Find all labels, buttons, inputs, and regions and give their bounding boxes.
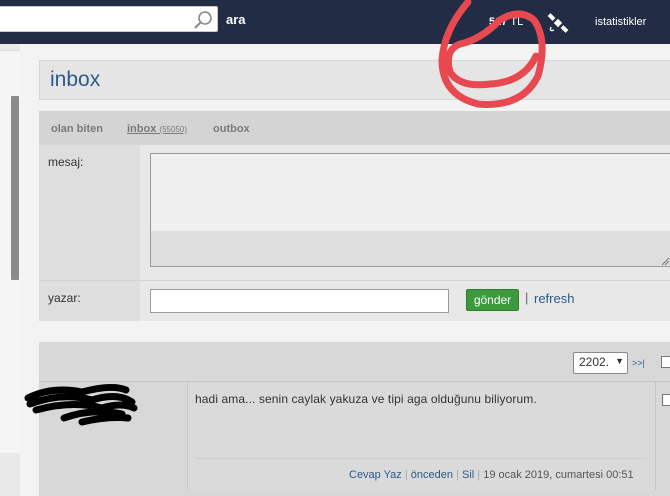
meta-separator: | (404, 469, 408, 481)
message-meta: Cevap Yaz | önceden | Sil | 19 ocak 2019… (349, 469, 634, 481)
message-checkbox[interactable] (662, 394, 670, 406)
page-title: inbox (50, 68, 101, 91)
top-bar: ara 517 TL istatistikler (0, 0, 670, 44)
author-label: yazar: (48, 291, 81, 305)
tab-inbox-count: (55050) (159, 125, 187, 134)
message-date: 19 ocak 2019, cumartesi 00:51 (483, 469, 634, 481)
inbox-header: inbox (39, 60, 670, 100)
message-textarea-lower-area (151, 231, 670, 266)
author-input[interactable] (150, 289, 449, 313)
page-select[interactable]: 2202. ▼ (573, 352, 628, 374)
separator: | (525, 290, 529, 305)
form-row-divider (39, 280, 670, 281)
previous-link[interactable]: önceden (411, 469, 453, 481)
search-icon[interactable] (192, 9, 214, 31)
textarea-resize-icon[interactable] (660, 256, 670, 266)
tab-outbox[interactable]: outbox (213, 123, 250, 135)
tab-inbox[interactable]: inbox (55050) (127, 123, 187, 135)
select-all-checkbox[interactable] (661, 356, 670, 368)
delete-link[interactable]: Sil (462, 469, 474, 481)
refresh-link[interactable]: refresh (534, 291, 574, 306)
tab-inbox-label: inbox (127, 123, 157, 135)
balance-amount: 517 (489, 16, 508, 28)
meta-separator: | (456, 469, 459, 481)
search-input[interactable] (0, 6, 218, 32)
meta-separator: | (477, 469, 481, 481)
search-button[interactable]: ara (226, 12, 246, 27)
message-tabs: olan biten inbox (55050) outbox (39, 111, 670, 145)
sidebar-scrollbar[interactable] (11, 96, 19, 280)
reply-link[interactable]: Cevap Yaz (349, 469, 402, 481)
tab-olan-biten[interactable]: olan biten (51, 123, 103, 135)
message-meta-divider (195, 458, 647, 459)
balance-currency: TL (510, 16, 524, 28)
satellite-icon[interactable] (546, 11, 570, 35)
message-label: mesaj: (48, 155, 84, 169)
message-text: hadi ama... senin caylak yakuza ve tipi … (195, 392, 537, 406)
redacted-sender (24, 383, 138, 426)
last-page-link[interactable]: >>| (632, 358, 645, 368)
chevron-down-icon: ▼ (615, 356, 624, 366)
page-select-value: 2202. (579, 355, 610, 369)
statistics-link[interactable]: istatistikler (595, 16, 646, 28)
send-button[interactable]: gönder (466, 289, 519, 311)
balance: 517 TL (489, 16, 523, 28)
